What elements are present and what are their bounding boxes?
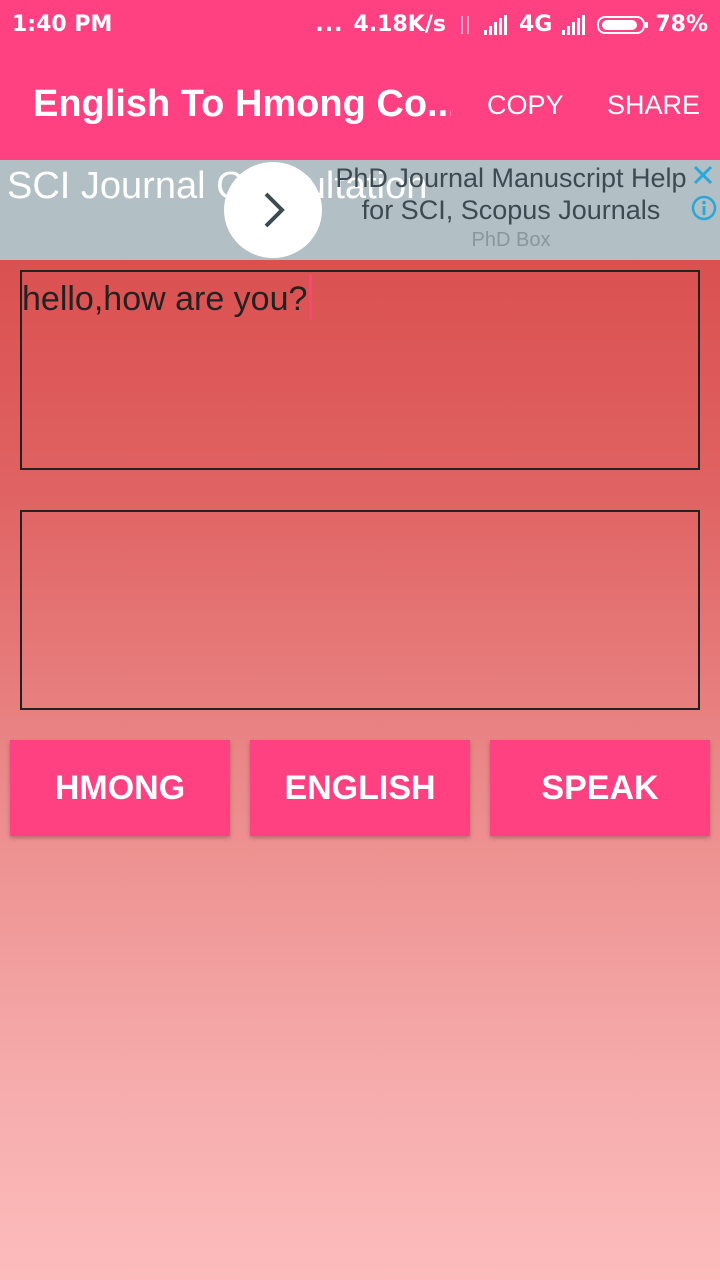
network-type: 4G [518, 12, 553, 37]
input-text-field[interactable]: hello,how are you? [20, 270, 700, 470]
share-button[interactable]: SHARE [607, 90, 700, 121]
output-text-field[interactable] [20, 510, 700, 710]
network-speed: 4.18K/s [353, 12, 446, 37]
chevron-right-icon [264, 192, 285, 228]
input-text-value: hello,how are you? [22, 274, 313, 321]
battery-icon [597, 15, 649, 34]
ad-arrow-button[interactable] [224, 162, 322, 258]
copy-button[interactable]: COPY [487, 90, 564, 121]
close-icon[interactable] [690, 162, 716, 188]
signal-icon [483, 14, 509, 35]
signal-icon-2 [562, 14, 587, 35]
app-title: English To Hmong Co... [33, 83, 451, 125]
battery-percent: 78% [655, 12, 708, 37]
speak-button[interactable]: SPEAK [490, 740, 710, 836]
status-time: 1:40 PM [12, 12, 113, 37]
ad-banner[interactable]: SCI Journal Consultation PhD Journal Man… [0, 160, 720, 260]
text-cursor [309, 274, 313, 321]
info-icon[interactable] [690, 194, 718, 222]
ad-source: PhD Box [471, 229, 551, 251]
english-button[interactable]: ENGLISH [250, 740, 470, 836]
status-bar: 1:40 PM ... 4.18K/s 4G 78% [0, 0, 720, 50]
more-dots-icon: ... [315, 12, 344, 37]
ad-content[interactable]: PhD Journal Manuscript Help for SCI, Sco… [322, 162, 700, 252]
app-toolbar: English To Hmong Co... COPY SHARE [0, 50, 720, 160]
ad-headline[interactable]: PhD Journal Manuscript Help for SCI, Sco… [322, 162, 700, 226]
hmong-button[interactable]: HMONG [10, 740, 230, 836]
app-screen: 1:40 PM ... 4.18K/s 4G 78% English To Hm… [0, 0, 720, 1280]
data-arrows-icon [456, 14, 474, 36]
status-icons: ... 4.18K/s 4G 78% [305, 12, 708, 37]
